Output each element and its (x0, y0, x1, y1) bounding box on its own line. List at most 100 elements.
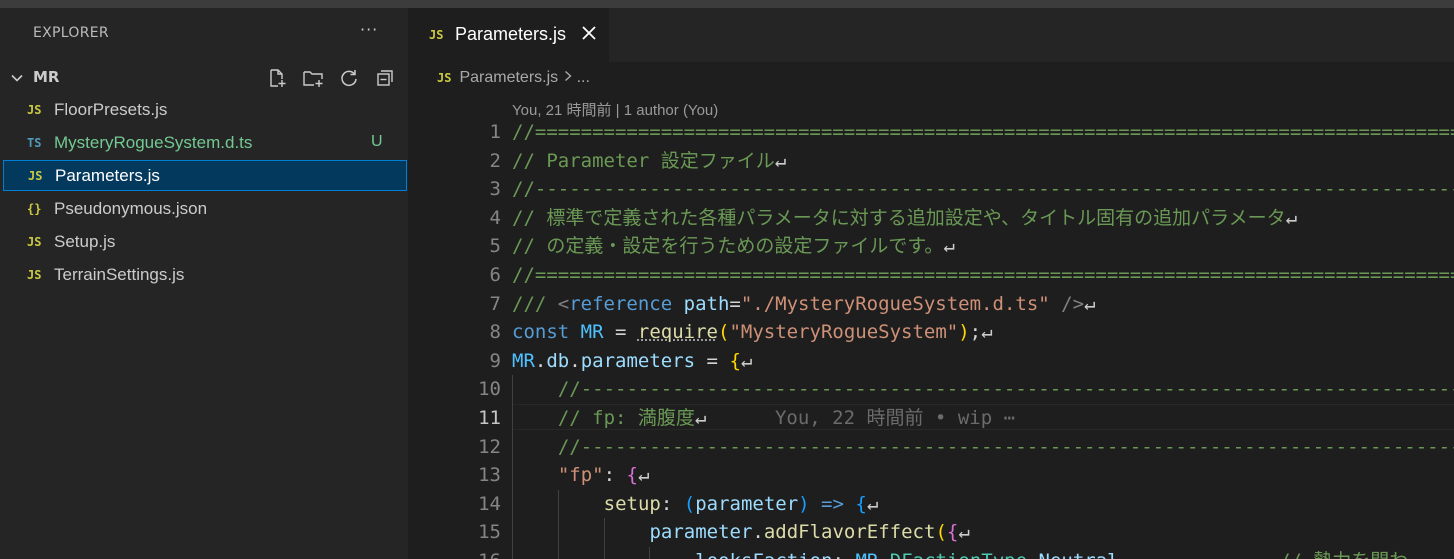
collapse-all-icon[interactable] (374, 67, 396, 89)
code-line[interactable]: 14 setup: (parameter) => {↵ (408, 489, 1454, 519)
more-actions-icon[interactable]: ··· (360, 20, 378, 39)
git-untracked-badge: U (371, 133, 383, 150)
explorer-title: EXPLORER (33, 25, 109, 41)
file-name: Pseudonymous.json (54, 199, 208, 218)
file-name: Parameters.js (55, 166, 160, 185)
code-text: // Parameter 設定ファイル↵ (512, 149, 787, 172)
file-item-parameters[interactable]: JS Parameters.js (3, 160, 407, 191)
line-number: 1 (489, 121, 501, 143)
tab-parameters-js[interactable]: JS Parameters.js (408, 8, 609, 62)
folder-name: MR (33, 68, 60, 86)
return-symbol: ↵ (740, 349, 753, 372)
file-item-terrainsettings[interactable]: JS TerrainSettings.js (3, 260, 407, 291)
js-file-icon: JS (28, 169, 43, 183)
line-number: 7 (489, 292, 501, 315)
code-line[interactable]: 12 //-----------------------------------… (408, 432, 1454, 462)
code-text: looksFaction: MR.DFactionType.Neutral, /… (512, 547, 1408, 559)
code-text: "fp": {↵ (557, 464, 650, 487)
line-number: 12 (478, 435, 501, 458)
code-line[interactable]: 6 //=====================================… (408, 261, 1454, 290)
line-number: 6 (489, 264, 501, 286)
return-symbol: ↵ (958, 521, 970, 544)
code-text: const MR = require("MysteryRogueSystem")… (512, 321, 993, 344)
code-text: // fp: 満腹度↵ You, 22 時間前 • wip ⋯ (557, 407, 1016, 429)
breadcrumb-rest[interactable]: ... (577, 69, 590, 86)
refresh-icon[interactable] (338, 67, 360, 89)
code-text: //--------------------------------------… (557, 435, 1454, 458)
return-symbol: ↵ (1285, 206, 1298, 229)
file-item-floorpresets[interactable]: JS FloorPresets.js (3, 95, 407, 126)
code-text: // の定義・設定を行うための設定ファイルです。↵ (512, 235, 955, 258)
code-line[interactable]: 8 const MR = require("MysteryRogueSystem"… (408, 318, 1454, 347)
js-file-icon: JS (429, 28, 444, 42)
inline-blame: You, 22 時間前 • wip ⋯ (774, 407, 1016, 429)
return-symbol: ↵ (1084, 292, 1096, 315)
js-file-icon: JS (27, 235, 42, 249)
code-line[interactable]: 4 // 標準で定義された各種パラメータに対する追加設定や、タイトル固有の追加パラ… (408, 204, 1454, 233)
js-file-icon: JS (437, 71, 452, 86)
file-name: MysteryRogueSystem.d.ts (54, 133, 253, 152)
code-text: parameter.addFlavorEffect({↵ (649, 521, 970, 544)
code-line[interactable]: 10 //-----------------------------------… (408, 375, 1454, 404)
code-line[interactable]: 15 parameter.addFlavorEffect({↵ (408, 518, 1454, 547)
title-bar-strip (0, 0, 1454, 8)
code-text: //--------------------------------------… (512, 178, 1454, 201)
explorer-sidebar: EXPLORER ··· MR JS FloorPresets.js TS My… (0, 8, 408, 559)
code-line[interactable]: 1 //=====================================… (408, 118, 1454, 147)
line-number: 16 (408, 547, 501, 559)
return-symbol: ↵ (694, 407, 707, 429)
tab-bar: JS Parameters.js (408, 8, 1454, 62)
breadcrumb[interactable]: JS Parameters.js ... (437, 69, 590, 89)
json-file-icon: {} (27, 202, 42, 216)
code-line[interactable]: 2 // Parameter 設定ファイル↵ (408, 147, 1454, 176)
file-name: Setup.js (54, 232, 116, 251)
file-name: TerrainSettings.js (54, 265, 185, 284)
file-item-setup[interactable]: JS Setup.js (3, 227, 407, 258)
code-line[interactable]: 16 looksFaction: MR.DFactionType.Neutral… (408, 547, 1454, 559)
line-number: 3 (489, 178, 501, 201)
js-file-icon: JS (27, 268, 42, 282)
code-line[interactable]: 3 //-------------------------------------… (408, 175, 1454, 204)
return-symbol: ↵ (943, 235, 955, 258)
code-text: setup: (parameter) => {↵ (603, 492, 879, 515)
chevron-down-icon[interactable] (10, 71, 24, 85)
tab-label: Parameters.js (455, 24, 567, 44)
code-text: /// <reference path="./MysteryRogueSyste… (512, 292, 1096, 315)
code-text: //======================================… (512, 264, 1454, 286)
line-number: 11 (478, 407, 501, 429)
line-number: 9 (489, 349, 501, 372)
code-text: MR.db.parameters = {↵ (512, 349, 753, 372)
file-item-mysteryroguesystem[interactable]: TS MysteryRogueSystem.d.ts U (3, 128, 407, 159)
ts-file-icon: TS (27, 136, 42, 150)
file-item-pseudonymous[interactable]: {} Pseudonymous.json (3, 194, 407, 225)
editor-area: JS Parameters.js JS Parameters.js ... You… (408, 8, 1454, 559)
close-icon[interactable] (579, 23, 599, 43)
line-number: 15 (478, 521, 501, 544)
return-symbol: ↵ (774, 149, 787, 172)
line-number: 4 (489, 206, 501, 229)
return-symbol: ↵ (866, 492, 879, 515)
line-number: 14 (478, 492, 501, 515)
line-number: 2 (489, 149, 501, 172)
js-file-icon: JS (27, 103, 42, 117)
new-folder-icon[interactable] (302, 67, 324, 89)
code-line[interactable]: 11 // fp: 満腹度↵ You, 22 時間前 • wip ⋯ (408, 404, 1454, 433)
return-symbol: ↵ (637, 464, 650, 487)
codelens-blame[interactable]: You, 21 時間前 | 1 author (You) (512, 99, 718, 120)
chevron-right-icon (563, 69, 577, 87)
folder-row-mr[interactable]: MR (0, 65, 408, 91)
code-line[interactable]: 7 /// <reference path="./MysteryRogueSyst… (408, 290, 1454, 319)
breadcrumb-file[interactable]: Parameters.js (459, 69, 558, 86)
line-number: 13 (478, 464, 501, 487)
code-line[interactable]: 13 "fp": {↵ (408, 461, 1454, 490)
line-number: 8 (489, 321, 501, 344)
new-file-icon[interactable] (266, 67, 288, 89)
file-name: FloorPresets.js (54, 100, 168, 119)
line-number: 10 (478, 378, 501, 401)
return-symbol: ↵ (981, 321, 993, 344)
code-line[interactable]: 9 MR.db.parameters = {↵ (408, 347, 1454, 376)
code-text: // 標準で定義された各種パラメータに対する追加設定や、タイトル固有の追加パラメ… (512, 206, 1298, 229)
code-text: //--------------------------------------… (557, 378, 1454, 401)
code-text: //======================================… (512, 121, 1454, 143)
code-line[interactable]: 5 // の定義・設定を行うための設定ファイルです。↵ (408, 232, 1454, 261)
